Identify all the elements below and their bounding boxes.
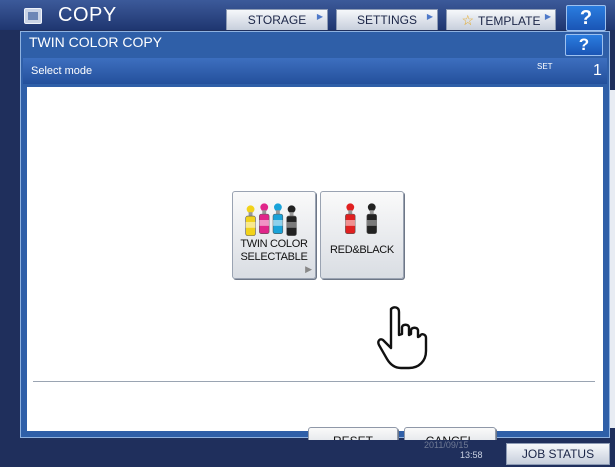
four-toner-bottles-icon (245, 203, 297, 236)
set-label: SET (537, 62, 553, 71)
tab-arrow-icon: ▶ (316, 12, 323, 21)
job-status-button[interactable]: JOB STATUS (506, 443, 610, 465)
red-black-button[interactable]: RED&BLACK (320, 191, 404, 279)
red-black-label: RED&BLACK (330, 244, 394, 256)
tab-settings-label: SETTINGS (356, 13, 417, 27)
mode-label: Select mode (31, 65, 93, 77)
top-bar: COPY STORAGE ▶ SETTINGS ▶ ☆ TEMPLATE ▶ ? (0, 0, 615, 31)
tab-template[interactable]: ☆ TEMPLATE ▶ (446, 9, 556, 30)
copy-screen: COPY STORAGE ▶ SETTINGS ▶ ☆ TEMPLATE ▶ ? … (0, 0, 615, 467)
tab-template-label: TEMPLATE (478, 14, 541, 28)
option-line-1: TWIN COLOR (240, 238, 308, 250)
status-footer: 2011/09/15 13:58 JOB STATUS (0, 440, 615, 467)
help-button[interactable]: ? (566, 5, 606, 31)
option-line-2: SELECTABLE (240, 251, 308, 263)
dialog-help-button[interactable]: ? (565, 34, 603, 56)
star-icon: ☆ (461, 12, 475, 28)
dialog-content: TWIN COLOR SELECTABLE ▶ RED&BLACK (27, 87, 603, 455)
tab-settings[interactable]: SETTINGS ▶ (336, 9, 438, 30)
content-divider (33, 381, 595, 382)
mode-bar: Select mode SET 1 (23, 58, 607, 84)
twin-color-selectable-label: TWIN COLOR SELECTABLE (233, 238, 315, 264)
tab-storage[interactable]: STORAGE ▶ (226, 9, 328, 30)
set-count: 1 (593, 62, 602, 79)
copy-app-icon (24, 8, 42, 24)
twin-color-copy-dialog: TWIN COLOR COPY ? Select mode SET 1 TWIN… (20, 31, 610, 455)
app-title: COPY (58, 4, 117, 26)
pointing-hand-icon (377, 306, 428, 370)
dialog-title: TWIN COLOR COPY (29, 34, 163, 50)
twin-color-selectable-button[interactable]: TWIN COLOR SELECTABLE ▶ (232, 191, 316, 279)
tab-arrow-icon: ▶ (426, 12, 433, 21)
tab-arrow-icon: ▶ (544, 12, 551, 21)
footer-time: 13:58 (460, 450, 483, 460)
submenu-arrow-icon: ▶ (305, 264, 312, 274)
red-black-toner-bottles-icon (345, 203, 377, 234)
footer-date: 2011/09/15 (424, 440, 469, 450)
tab-storage-label: STORAGE (247, 13, 307, 27)
